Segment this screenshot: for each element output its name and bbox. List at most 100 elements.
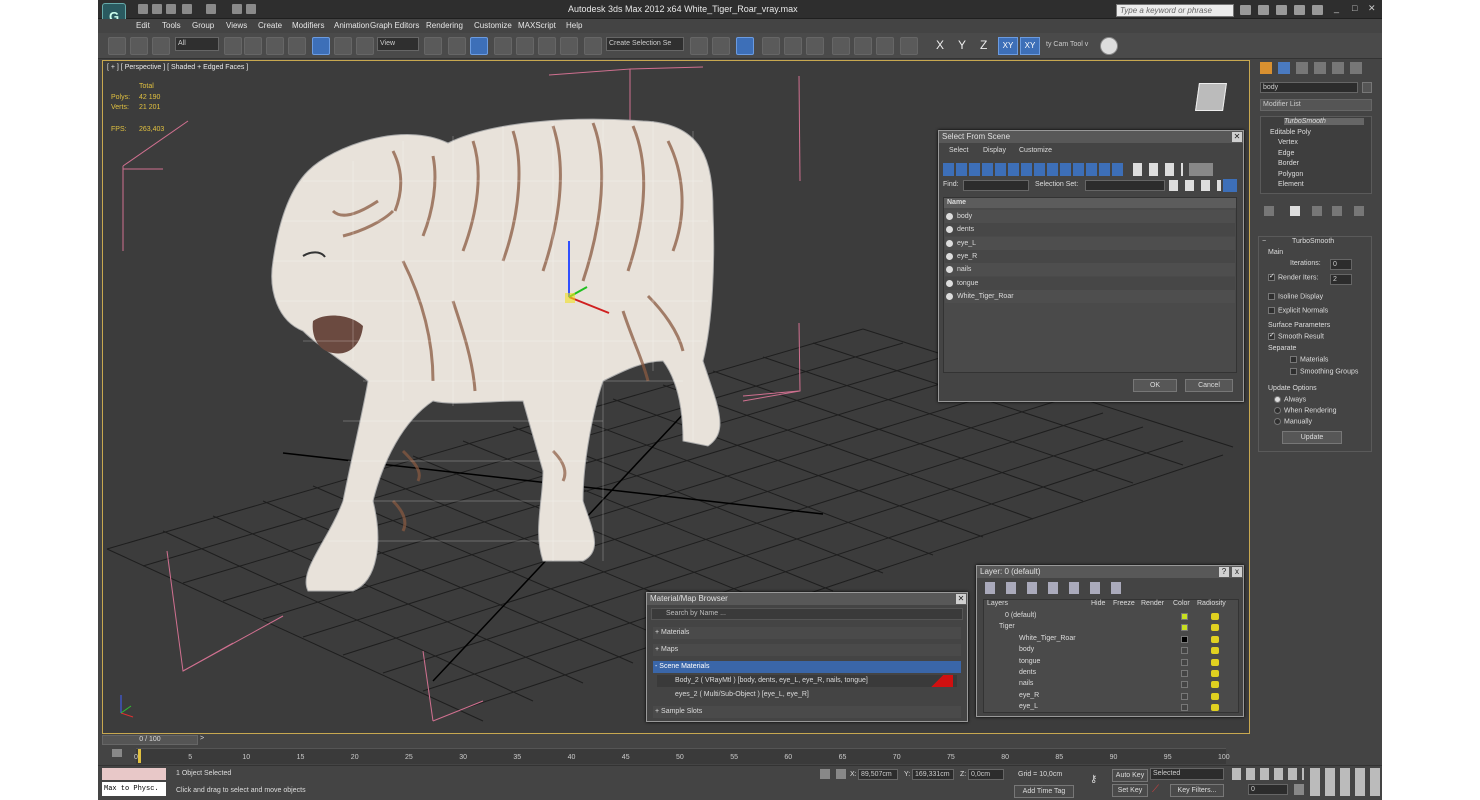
- material-body-2[interactable]: Body_2 ( VRayMtl ) [body, dents, eye_L, …: [657, 675, 957, 687]
- layer-color-swatch[interactable]: [1181, 670, 1188, 677]
- iterations-spinner[interactable]: 0: [1330, 259, 1352, 270]
- layer-row[interactable]: Tiger: [981, 622, 1233, 633]
- curve-editor-mini-icon[interactable]: [112, 749, 122, 757]
- modifier-stack-item[interactable]: Vertex: [1278, 139, 1298, 146]
- manually-radio[interactable]: [1274, 418, 1281, 425]
- remove-modifier-icon[interactable]: [1332, 206, 1342, 216]
- render-production-icon[interactable]: [900, 37, 918, 55]
- angle-snap-icon[interactable]: [516, 37, 534, 55]
- scene-list-item[interactable]: body: [945, 210, 1235, 223]
- render-iters-row[interactable]: Render Iters:: [1268, 272, 1318, 281]
- link-icon[interactable]: [108, 37, 126, 55]
- layer-color-swatch[interactable]: [1181, 647, 1188, 655]
- materials-row[interactable]: Materials: [1290, 356, 1328, 363]
- cancel-button[interactable]: Cancel: [1185, 379, 1233, 392]
- time-slider-next[interactable]: >: [200, 735, 204, 742]
- layer-help-button[interactable]: ?: [1219, 567, 1229, 577]
- layer-close-button[interactable]: x: [1232, 567, 1242, 577]
- radiosity-icon[interactable]: [1211, 613, 1219, 620]
- select-manipulate-icon[interactable]: [448, 37, 466, 55]
- layer-dialog-title[interactable]: Layer: 0 (default): [977, 566, 1243, 578]
- filter-icon[interactable]: [1189, 163, 1213, 176]
- select-dialog-title[interactable]: Select From Scene: [939, 131, 1243, 143]
- auto-key-button[interactable]: Auto Key: [1112, 769, 1148, 782]
- layer-column-header[interactable]: Radiosity: [1197, 600, 1226, 607]
- close-button[interactable]: ✕: [1368, 3, 1376, 14]
- scene-list-item[interactable]: tongue: [945, 276, 1235, 290]
- tiger-model[interactable]: [271, 118, 721, 592]
- key-mode-dropdown[interactable]: Selected: [1150, 768, 1224, 780]
- z-coordinate-field[interactable]: 0,0cm: [968, 769, 1004, 780]
- scene-list-item[interactable]: dents: [945, 223, 1235, 237]
- modify-tab-icon[interactable]: [1278, 62, 1290, 74]
- axis-xy-button[interactable]: XY: [998, 37, 1018, 55]
- when-rendering-row[interactable]: When Rendering: [1274, 407, 1337, 414]
- maxscript-listener-pink[interactable]: [102, 768, 166, 780]
- select-menu[interactable]: Select: [949, 147, 968, 154]
- menu-item-animation[interactable]: Animation: [334, 21, 370, 30]
- update-button[interactable]: Update: [1282, 431, 1342, 444]
- rendered-frame-icon[interactable]: [876, 37, 894, 55]
- layer-tools[interactable]: [985, 582, 1125, 594]
- show-end-result-icon[interactable]: [1290, 206, 1300, 216]
- menu-item-edit[interactable]: Edit: [136, 21, 150, 30]
- time-slider[interactable]: 0 / 100: [102, 735, 198, 745]
- layer-column-header[interactable]: Color: [1173, 600, 1190, 607]
- layer-color-swatch[interactable]: [1181, 681, 1188, 689]
- rollout-title[interactable]: TurboSmooth: [1292, 238, 1334, 245]
- explicit-normals-row[interactable]: Explicit Normals: [1268, 307, 1328, 314]
- window-crossing-icon[interactable]: [288, 37, 306, 55]
- menu-item-tools[interactable]: Tools: [162, 21, 181, 30]
- layer-row[interactable]: eye_L: [981, 702, 1233, 713]
- menu-item-customize[interactable]: Customize: [474, 21, 512, 30]
- help-icon[interactable]: [1312, 5, 1323, 15]
- y-coordinate-field[interactable]: 169,331cm: [912, 769, 954, 780]
- minimize-button[interactable]: _: [1334, 3, 1339, 13]
- menu-item-maxscript[interactable]: MAXScript: [518, 21, 556, 30]
- project-icon[interactable]: [232, 4, 242, 14]
- pivot-center-icon[interactable]: [424, 37, 442, 55]
- select-scale-icon[interactable]: [356, 37, 374, 55]
- unlink-icon[interactable]: [130, 37, 148, 55]
- material-search-input[interactable]: Search by Name ...: [651, 608, 963, 620]
- smooth-result-checkbox[interactable]: [1268, 331, 1275, 340]
- smooth-result-row[interactable]: Smooth Result: [1268, 331, 1324, 340]
- display-tab-icon[interactable]: [1332, 62, 1344, 74]
- binoculars-icon[interactable]: [1240, 5, 1251, 15]
- open-icon[interactable]: [152, 4, 162, 14]
- find-input[interactable]: [963, 180, 1029, 191]
- radiosity-icon[interactable]: [1211, 658, 1219, 666]
- radiosity-icon[interactable]: [1211, 681, 1219, 689]
- selection-set-tools[interactable]: [1169, 180, 1221, 191]
- modifier-stack-item[interactable]: TurboSmooth: [1284, 118, 1364, 125]
- reference-coordinate-dropdown[interactable]: View: [377, 37, 419, 51]
- modifier-stack-item[interactable]: Edge: [1278, 150, 1294, 157]
- key-filters-button[interactable]: Key Filters...: [1170, 784, 1224, 797]
- current-frame-field[interactable]: 0: [1248, 784, 1288, 795]
- axis-y-button[interactable]: Y: [958, 38, 966, 52]
- render-setup-icon[interactable]: [854, 37, 872, 55]
- keyboard-shortcut-icon[interactable]: [470, 37, 488, 55]
- axis-x-button[interactable]: X: [936, 38, 944, 52]
- modifier-stack-item[interactable]: Editable Poly: [1270, 129, 1311, 136]
- create-tab-icon[interactable]: [1260, 62, 1272, 74]
- scene-materials-section[interactable]: - Scene Materials: [653, 661, 961, 673]
- layer-color-swatch[interactable]: [1181, 624, 1188, 632]
- spinner-snap-icon[interactable]: [560, 37, 578, 55]
- layer-manager-icon[interactable]: [736, 37, 754, 55]
- ok-button[interactable]: OK: [1133, 379, 1177, 392]
- render-iters-checkbox[interactable]: [1268, 272, 1275, 281]
- curve-editor-icon[interactable]: [784, 37, 802, 55]
- absolute-mode-icon[interactable]: [836, 769, 846, 779]
- scene-list-item[interactable]: nails: [945, 263, 1235, 277]
- subscription-icon[interactable]: [1258, 5, 1269, 15]
- redo-icon[interactable]: [206, 4, 216, 14]
- save-icon[interactable]: [166, 4, 176, 14]
- layer-column-header[interactable]: Hide: [1091, 600, 1105, 607]
- scene-list-item[interactable]: eye_L: [945, 236, 1235, 250]
- isoline-row[interactable]: Isoline Display: [1268, 293, 1323, 300]
- maxscript-listener-input[interactable]: Max to Physc.: [102, 782, 166, 796]
- radiosity-icon[interactable]: [1211, 624, 1219, 632]
- layer-color-swatch[interactable]: [1181, 704, 1188, 712]
- radiosity-icon[interactable]: [1211, 692, 1219, 700]
